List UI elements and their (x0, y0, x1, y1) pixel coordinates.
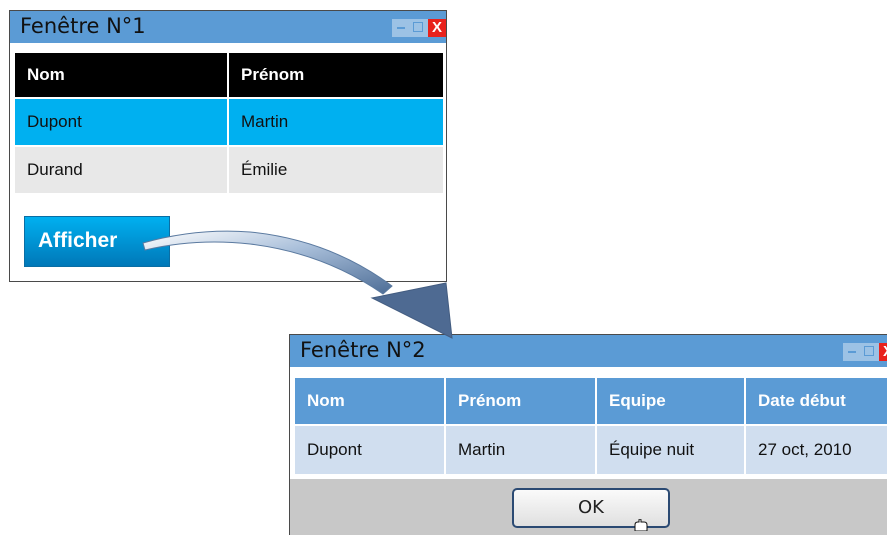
maximize-icon[interactable] (410, 19, 428, 37)
column-header-prenom[interactable]: Prénom (229, 53, 443, 97)
window-1-titlebar[interactable]: Fenêtre N°1 X (10, 11, 446, 43)
cell-nom: Durand (15, 147, 227, 193)
table-row[interactable]: Durand Émilie (15, 147, 443, 193)
column-header-date-debut[interactable]: Date début (746, 378, 887, 424)
mouse-cursor-icon (634, 519, 648, 531)
column-header-equipe[interactable]: Equipe (597, 378, 744, 424)
cell-nom: Dupont (295, 426, 444, 474)
cell-prenom: Martin (446, 426, 595, 474)
maximize-icon[interactable] (861, 343, 879, 361)
window-1-title: Fenêtre N°1 (20, 14, 146, 38)
minimize-icon[interactable] (843, 343, 861, 361)
afficher-button[interactable]: Afficher (24, 216, 170, 267)
window-2: Fenêtre N°2 X Nom Prénom Equipe Date déb… (289, 334, 887, 535)
table-header-row: Nom Prénom Equipe Date début (295, 378, 887, 424)
table-header-row: Nom Prénom (15, 53, 443, 97)
close-icon[interactable]: X (428, 19, 446, 37)
cell-date-debut: 27 oct, 2010 (746, 426, 887, 474)
table-row[interactable]: Dupont Martin (15, 99, 443, 145)
window-2-titlebar[interactable]: Fenêtre N°2 X (290, 335, 887, 367)
cell-equipe: Équipe nuit (597, 426, 744, 474)
window-2-table: Nom Prénom Equipe Date début Dupont Mart… (293, 378, 887, 474)
window-1-table: Nom Prénom Dupont Martin Durand Émilie (13, 53, 445, 193)
column-header-nom[interactable]: Nom (295, 378, 444, 424)
close-icon[interactable]: X (879, 343, 887, 361)
window-1-controls: X (392, 19, 446, 37)
window-2-controls: X (843, 343, 887, 361)
column-header-prenom[interactable]: Prénom (446, 378, 595, 424)
window-1: Fenêtre N°1 X Nom Prénom Dupont Martin D… (9, 10, 447, 282)
column-header-nom[interactable]: Nom (15, 53, 227, 97)
table-row[interactable]: Dupont Martin Équipe nuit 27 oct, 2010 (295, 426, 887, 474)
minimize-icon[interactable] (392, 19, 410, 37)
cell-nom: Dupont (15, 99, 227, 145)
cell-prenom: Émilie (229, 147, 443, 193)
window-2-footer: OK (290, 479, 887, 535)
window-2-title: Fenêtre N°2 (300, 338, 426, 362)
cell-prenom: Martin (229, 99, 443, 145)
